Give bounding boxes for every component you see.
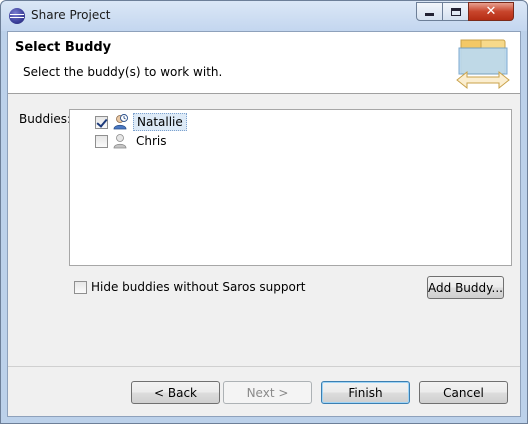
cancel-button[interactable]: Cancel xyxy=(419,381,508,404)
dialog-content: Select Buddy Select the buddy(s) to work… xyxy=(7,31,521,417)
minimize-button[interactable] xyxy=(416,2,443,21)
back-button[interactable]: < Back xyxy=(131,381,220,404)
share-project-dialog: Share Project ✕ Select Buddy Select the … xyxy=(0,0,528,424)
close-button[interactable]: ✕ xyxy=(468,2,514,21)
share-project-wizard-icon xyxy=(456,39,510,90)
buddies-label: Buddies: xyxy=(19,112,72,126)
page-description: Select the buddy(s) to work with. xyxy=(23,65,223,79)
add-buddy-button[interactable]: Add Buddy... xyxy=(427,276,504,299)
hide-unsupported-checkbox[interactable] xyxy=(74,280,87,294)
maximize-icon xyxy=(450,7,461,16)
buddy-checkbox[interactable] xyxy=(95,134,108,148)
hide-unsupported-label: Hide buddies without Saros support xyxy=(91,280,306,294)
buddy-online-icon xyxy=(113,114,128,130)
maximize-button[interactable] xyxy=(442,2,469,21)
buddy-item-natallie[interactable]: Natallie xyxy=(95,113,187,131)
wizard-header: Select Buddy Select the buddy(s) to work… xyxy=(8,32,520,94)
buddy-name: Natallie xyxy=(133,113,187,131)
hide-unsupported-option[interactable]: Hide buddies without Saros support xyxy=(74,280,305,294)
buddy-checkbox[interactable] xyxy=(95,115,108,129)
footer-divider xyxy=(8,366,520,367)
eclipse-app-icon xyxy=(9,8,25,24)
buddies-list[interactable]: Natallie Chris xyxy=(69,109,512,266)
buddy-offline-icon xyxy=(113,134,127,149)
minimize-icon xyxy=(425,13,434,16)
next-button[interactable]: Next > xyxy=(223,381,312,404)
buddy-name: Chris xyxy=(136,134,167,148)
window-title: Share Project xyxy=(31,8,111,22)
buddy-item-chris[interactable]: Chris xyxy=(95,132,170,150)
close-icon: ✕ xyxy=(485,4,497,19)
finish-button[interactable]: Finish xyxy=(321,381,410,404)
title-bar[interactable]: Share Project ✕ xyxy=(1,1,527,31)
page-title: Select Buddy xyxy=(15,40,112,55)
